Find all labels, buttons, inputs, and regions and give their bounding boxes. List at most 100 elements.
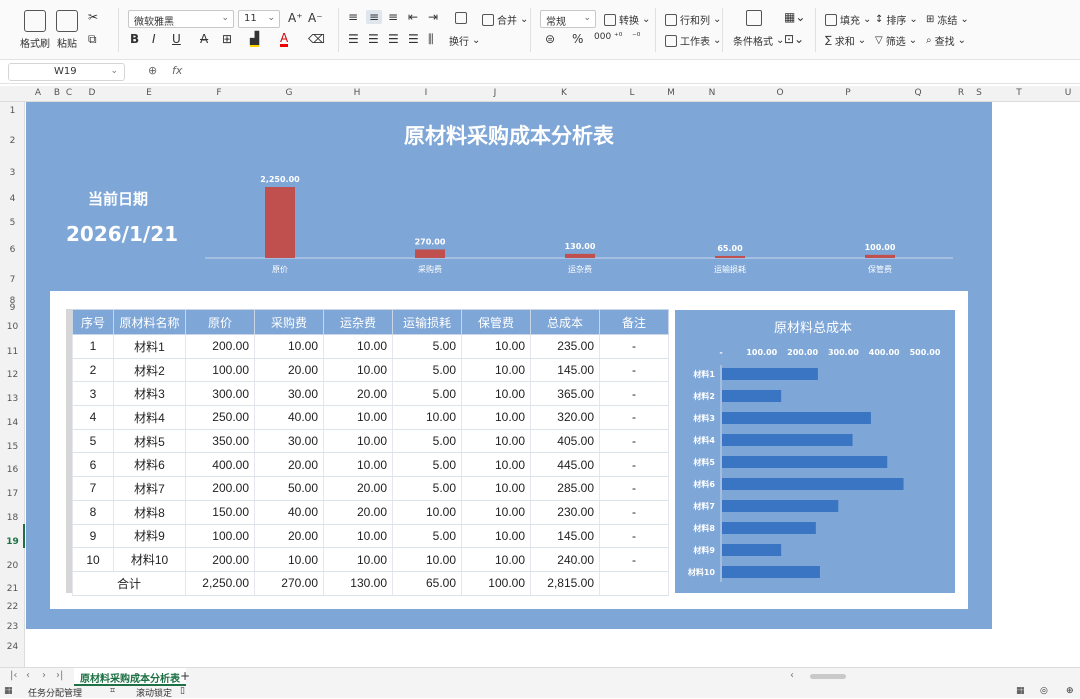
- table-cell[interactable]: 材料3: [113, 381, 186, 407]
- table-cell[interactable]: -: [599, 429, 669, 454]
- align-top-icon[interactable]: ≡: [348, 10, 358, 24]
- row-header[interactable]: 15: [0, 442, 25, 452]
- column-header[interactable]: Q: [910, 88, 926, 98]
- table-cell[interactable]: 350.00: [185, 429, 255, 454]
- row-header[interactable]: 23: [0, 622, 25, 632]
- scroll-left-icon[interactable]: ‹: [790, 670, 794, 681]
- table-cell[interactable]: 10.00: [392, 405, 462, 430]
- table-cell[interactable]: 2: [72, 358, 114, 383]
- table-cell[interactable]: 材料6: [113, 452, 186, 478]
- total-label[interactable]: 合计: [72, 571, 186, 596]
- table-cell[interactable]: -: [599, 405, 669, 430]
- table-cell[interactable]: 200.00: [185, 334, 255, 359]
- column-header[interactable]: D: [84, 88, 100, 98]
- total-cell[interactable]: 2,815.00: [530, 571, 600, 596]
- table-cell[interactable]: 320.00: [530, 405, 600, 430]
- distribute-icon[interactable]: ⫼: [428, 32, 434, 47]
- table-cell[interactable]: 材料10: [113, 547, 186, 572]
- row-header[interactable]: 22: [0, 602, 25, 612]
- table-cell[interactable]: 材料8: [113, 500, 186, 525]
- worksheet-button[interactable]: 工作表 ⌄: [665, 33, 721, 48]
- convert-button[interactable]: 转换 ⌄: [604, 12, 650, 27]
- align-right-icon[interactable]: ☰: [388, 32, 399, 46]
- formula-input[interactable]: [190, 63, 1075, 81]
- table-cell[interactable]: 40.00: [254, 405, 324, 430]
- decimal-increase-icon[interactable]: ⁺⁰: [614, 32, 622, 42]
- table-cell[interactable]: 材料1: [113, 334, 186, 359]
- row-header[interactable]: 9: [0, 303, 25, 313]
- fx-icon[interactable]: fx: [172, 64, 182, 77]
- bold-icon[interactable]: B: [130, 32, 139, 46]
- table-cell[interactable]: 10: [72, 547, 114, 572]
- filter-button[interactable]: ▽ 筛选 ⌄: [875, 33, 917, 48]
- table-cell[interactable]: 10.00: [254, 334, 324, 359]
- table-cell[interactable]: 10.00: [392, 500, 462, 525]
- table-cell[interactable]: 400.00: [185, 452, 255, 478]
- align-bottom-icon[interactable]: ≡: [388, 10, 398, 24]
- table-cell[interactable]: 10.00: [323, 524, 393, 549]
- table-cell[interactable]: -: [599, 334, 669, 359]
- justify-icon[interactable]: ☰: [408, 32, 419, 46]
- table-cell[interactable]: -: [599, 381, 669, 407]
- table-cell[interactable]: 9: [72, 524, 114, 549]
- table-cell[interactable]: 10.00: [461, 547, 531, 572]
- border-icon[interactable]: ⊞: [222, 32, 232, 46]
- table-cell[interactable]: 20.00: [254, 452, 324, 478]
- table-cell[interactable]: -: [599, 524, 669, 549]
- table-cell[interactable]: 10.00: [323, 358, 393, 383]
- table-cell[interactable]: 10.00: [323, 334, 393, 359]
- table-cell[interactable]: 20.00: [323, 476, 393, 501]
- cell-style-icon[interactable]: ▦⌄: [784, 10, 805, 24]
- row-header[interactable]: 13: [0, 394, 25, 404]
- horizontal-scrollbar[interactable]: [810, 674, 846, 679]
- row-header[interactable]: 24: [0, 642, 25, 652]
- normal-view-icon[interactable]: ▦: [1016, 686, 1025, 696]
- table-cell[interactable]: 10.00: [461, 358, 531, 383]
- table-cell[interactable]: 20.00: [323, 500, 393, 525]
- column-header[interactable]: O: [772, 88, 788, 98]
- column-header[interactable]: T: [1011, 88, 1027, 98]
- column-header[interactable]: F: [211, 88, 227, 98]
- column-header[interactable]: L: [624, 88, 640, 98]
- table-cell[interactable]: 40.00: [254, 500, 324, 525]
- table-cell[interactable]: 10.00: [392, 547, 462, 572]
- status-scroll-lock[interactable]: 滚动锁定: [136, 686, 172, 699]
- table-cell[interactable]: 材料5: [113, 429, 186, 454]
- table-cell[interactable]: 445.00: [530, 452, 600, 478]
- table-cell[interactable]: 150.00: [185, 500, 255, 525]
- table-cell[interactable]: 285.00: [530, 476, 600, 501]
- fill-color-icon[interactable]: ▟: [250, 32, 260, 47]
- table-cell[interactable]: 145.00: [530, 358, 600, 383]
- table-cell[interactable]: 20.00: [254, 524, 324, 549]
- decrease-font-icon[interactable]: A⁻: [308, 11, 323, 25]
- table-cell[interactable]: 10.00: [323, 429, 393, 454]
- add-sheet-button[interactable]: +: [180, 669, 190, 683]
- merge-button[interactable]: 合并 ⌄: [482, 12, 528, 27]
- total-cost-chart[interactable]: 原材料总成本 - 100.00 200.00 300.00 400.00 500.00 材料1…: [675, 310, 955, 593]
- currency-icon[interactable]: ⊜: [545, 32, 555, 46]
- table-cell[interactable]: -: [599, 358, 669, 383]
- table-cell[interactable]: 10.00: [461, 476, 531, 501]
- font-name-select[interactable]: 微软雅黑 ⌄: [128, 10, 234, 28]
- table-cell[interactable]: 300.00: [185, 381, 255, 407]
- row-header[interactable]: 21: [0, 584, 25, 594]
- table-cell[interactable]: 240.00: [530, 547, 600, 572]
- table-cell[interactable]: 100.00: [185, 358, 255, 383]
- table-cell[interactable]: -: [599, 476, 669, 501]
- paste-button[interactable]: 粘贴: [56, 10, 78, 50]
- table-cell[interactable]: 材料9: [113, 524, 186, 549]
- table-cell[interactable]: 30.00: [254, 429, 324, 454]
- thousands-icon[interactable]: 000: [594, 32, 611, 42]
- row-header[interactable]: 2: [0, 136, 25, 146]
- row-header[interactable]: 17: [0, 489, 25, 499]
- indent-decrease-icon[interactable]: ⇤: [408, 10, 418, 24]
- status-task[interactable]: 任务分配管理: [28, 686, 82, 699]
- column-header[interactable]: G: [281, 88, 297, 98]
- column-header[interactable]: K: [556, 88, 572, 98]
- table-cell[interactable]: 20.00: [254, 358, 324, 383]
- table-cell[interactable]: 235.00: [530, 334, 600, 359]
- total-cell[interactable]: 270.00: [254, 571, 324, 596]
- table-cell[interactable]: 10.00: [461, 405, 531, 430]
- first-sheet-icon[interactable]: |‹: [10, 670, 17, 681]
- name-box[interactable]: W19 ⌄: [8, 63, 125, 81]
